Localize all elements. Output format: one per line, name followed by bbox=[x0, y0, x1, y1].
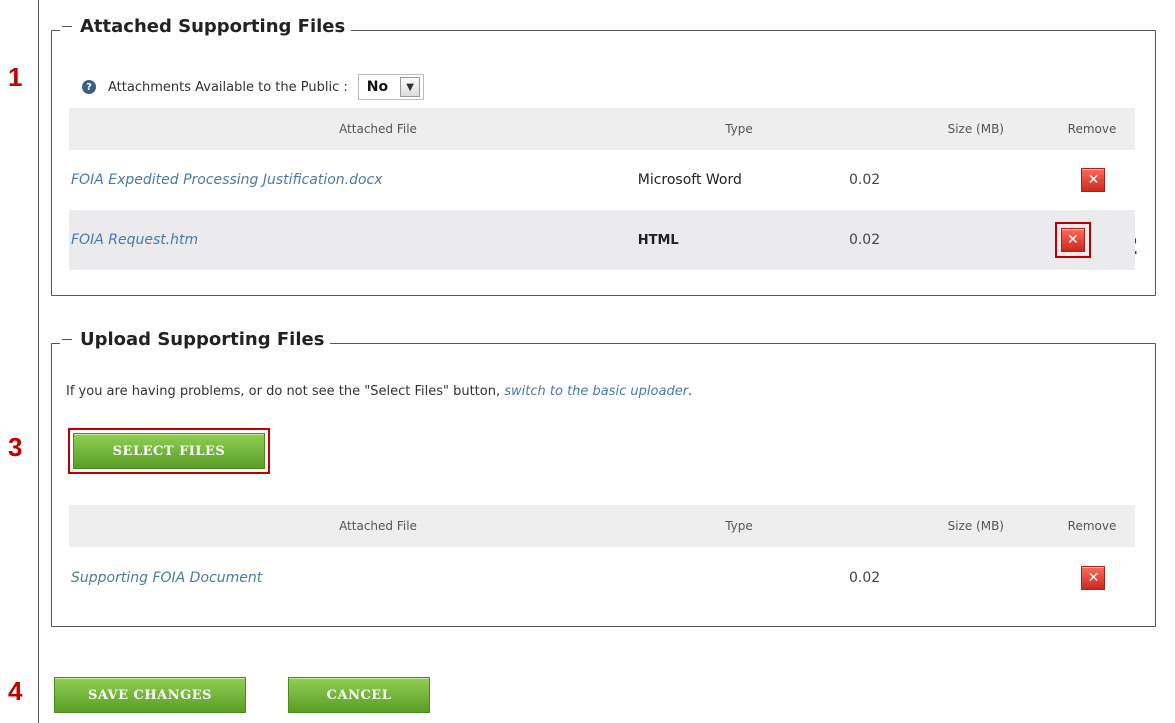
highlight-frame-remove: ✕ bbox=[1054, 222, 1091, 258]
help-icon[interactable]: ? bbox=[82, 80, 96, 94]
remove-file-button[interactable]: ✕ bbox=[1060, 228, 1085, 252]
public-attachments-value: No bbox=[366, 79, 389, 95]
column-header-remove: Remove bbox=[1067, 122, 1117, 136]
highlight-frame-select: SELECT FILES bbox=[68, 428, 270, 474]
chevron-down-icon[interactable]: ▼ bbox=[400, 77, 421, 97]
table-row: FOIA Request.htm HTML 0.02 ✕ bbox=[69, 210, 1135, 270]
upload-files-table: Attached File Type Size (MB) Remove Supp… bbox=[69, 505, 1135, 609]
file-link[interactable]: Supporting FOIA Document bbox=[69, 570, 262, 586]
remove-file-button[interactable]: ✕ bbox=[1081, 566, 1106, 590]
table-header: Attached File Type Size (MB) Remove bbox=[69, 505, 1135, 547]
public-attachments-label: Attachments Available to the Public : bbox=[108, 79, 348, 95]
file-size: 0.02 bbox=[848, 232, 881, 248]
table-row: FOIA Expedited Processing Justification.… bbox=[69, 150, 1135, 210]
column-header-size: Size (MB) bbox=[947, 122, 1004, 136]
save-changes-button[interactable]: SAVE CHANGES bbox=[54, 677, 246, 713]
column-header-size: Size (MB) bbox=[947, 519, 1004, 533]
attached-files-table: Attached File Type Size (MB) Remove FOIA… bbox=[69, 108, 1135, 270]
column-header-file: Attached File bbox=[339, 122, 417, 136]
callout-4: 4 bbox=[8, 676, 23, 706]
column-header-file: Attached File bbox=[339, 519, 417, 533]
uploader-help-text: If you are having problems, or do not se… bbox=[66, 384, 693, 399]
upload-files-legend: Upload Supporting Files bbox=[60, 329, 331, 350]
column-header-type: Type bbox=[725, 122, 753, 136]
public-attachments-row: ? Attachments Available to the Public : … bbox=[82, 74, 425, 100]
file-link[interactable]: FOIA Request.htm bbox=[69, 232, 198, 248]
select-files-button[interactable]: SELECT FILES bbox=[73, 433, 265, 469]
file-link[interactable]: FOIA Expedited Processing Justification.… bbox=[69, 172, 383, 188]
upload-files-section: Upload Supporting Files If you are havin… bbox=[51, 329, 1156, 627]
callout-3: 3 bbox=[8, 432, 23, 462]
remove-file-button[interactable]: ✕ bbox=[1081, 168, 1106, 192]
file-type: Microsoft Word bbox=[637, 172, 742, 188]
public-attachments-select[interactable]: No ▼ bbox=[357, 74, 425, 100]
attached-files-legend: Attached Supporting Files bbox=[60, 16, 352, 37]
cancel-button[interactable]: CANCEL bbox=[288, 677, 430, 713]
callout-1: 1 bbox=[8, 62, 23, 92]
file-size: 0.02 bbox=[849, 172, 881, 188]
left-divider bbox=[38, 0, 39, 723]
basic-uploader-link[interactable]: switch to the basic uploader bbox=[504, 384, 688, 399]
attached-files-section: Attached Supporting Files ? Attachments … bbox=[51, 16, 1156, 296]
table-row: Supporting FOIA Document 0.02 ✕ bbox=[69, 547, 1135, 609]
table-header: Attached File Type Size (MB) Remove bbox=[69, 108, 1135, 150]
file-type: HTML bbox=[637, 232, 679, 248]
column-header-remove: Remove bbox=[1067, 519, 1117, 533]
column-header-type: Type bbox=[725, 519, 753, 533]
file-size: 0.02 bbox=[849, 570, 881, 586]
